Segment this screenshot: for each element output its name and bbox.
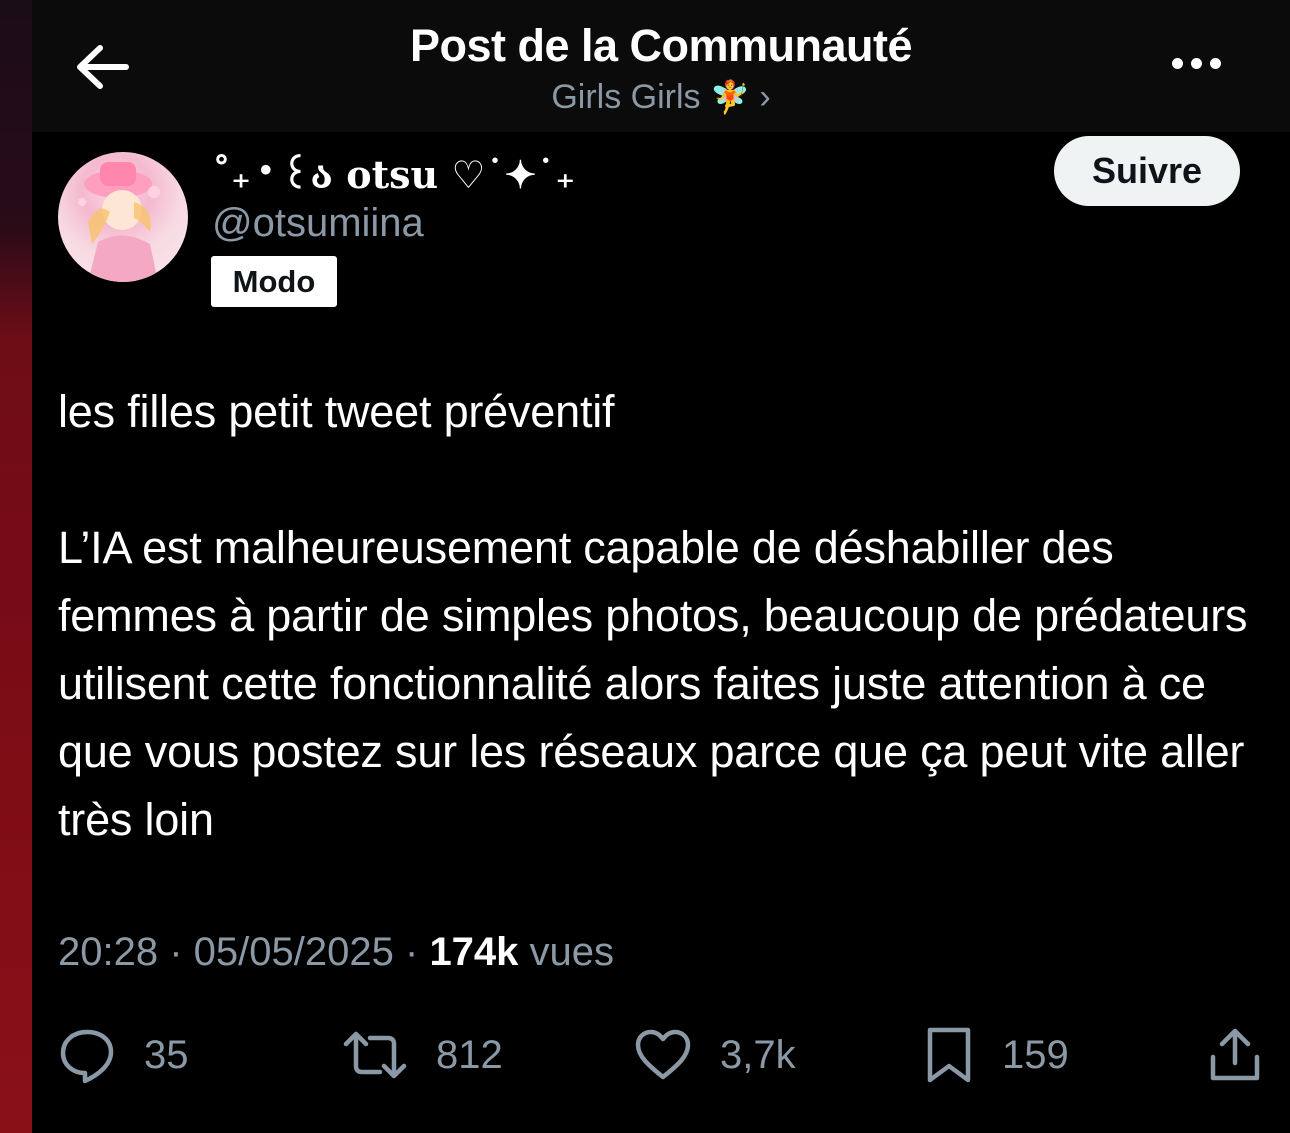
- post-time: 20:28: [58, 930, 159, 974]
- post-date: 05/05/2025: [193, 930, 394, 974]
- reply-icon: [60, 1029, 114, 1084]
- views-label: vues: [529, 930, 615, 974]
- like-button[interactable]: 3,7k: [634, 1020, 796, 1090]
- user-handle[interactable]: @otsumiina: [212, 201, 424, 246]
- page-title: Post de la Communauté: [409, 20, 913, 71]
- background-app-edge: [0, 0, 32, 1133]
- fairy-emoji: 🧚: [710, 79, 750, 115]
- moderator-badge: Modo: [211, 256, 337, 307]
- bookmark-icon: [927, 1027, 971, 1083]
- more-horizontal-icon: [1172, 58, 1183, 69]
- post-text-paragraph: L’IA est malheureusement capable de désh…: [58, 522, 1248, 845]
- like-count: 3,7k: [720, 1032, 796, 1077]
- more-horizontal-icon: [1210, 58, 1221, 69]
- more-options-button[interactable]: [1172, 56, 1232, 78]
- share-icon: [1210, 1028, 1260, 1081]
- post-text-line: les filles petit tweet préventif: [58, 386, 615, 437]
- reply-count: 35: [144, 1032, 189, 1077]
- repost-button[interactable]: 812: [342, 1020, 503, 1090]
- community-name: Girls Girls: [551, 78, 701, 116]
- repost-count: 812: [436, 1032, 503, 1077]
- more-horizontal-icon: [1191, 58, 1202, 69]
- heart-icon: [635, 1029, 691, 1080]
- post-detail: Post de la Communauté Girls Girls 🧚 › ˚₊…: [32, 0, 1290, 1133]
- repost-icon: [343, 1031, 407, 1079]
- action-bar: 35 812 3,7k 159: [32, 1020, 1290, 1090]
- post-meta: 20:28 · 05/05/2025 · 174k vues: [58, 930, 614, 975]
- post-body: les filles petit tweet préventif L’IA es…: [58, 378, 1263, 854]
- share-button[interactable]: [1208, 1020, 1262, 1090]
- bookmark-count: 159: [1002, 1032, 1069, 1077]
- screen: Post de la Communauté Girls Girls 🧚 › ˚₊…: [0, 0, 1290, 1133]
- display-name[interactable]: ˚₊‧꒰ა otsu ♡˙✦˙₊: [212, 148, 575, 198]
- separator: ·: [405, 930, 430, 974]
- chevron-right-icon: ›: [759, 78, 771, 116]
- separator: ·: [169, 930, 194, 974]
- top-bar: Post de la Communauté Girls Girls 🧚 ›: [32, 0, 1290, 132]
- avatar-image: [78, 162, 160, 282]
- avatar[interactable]: [58, 152, 188, 282]
- bookmark-button[interactable]: 159: [924, 1020, 1069, 1090]
- reply-button[interactable]: 35: [58, 1020, 189, 1090]
- community-link[interactable]: Girls Girls 🧚 ›: [32, 78, 1290, 117]
- views-count: 174k: [429, 930, 519, 974]
- follow-button[interactable]: Suivre: [1054, 136, 1240, 206]
